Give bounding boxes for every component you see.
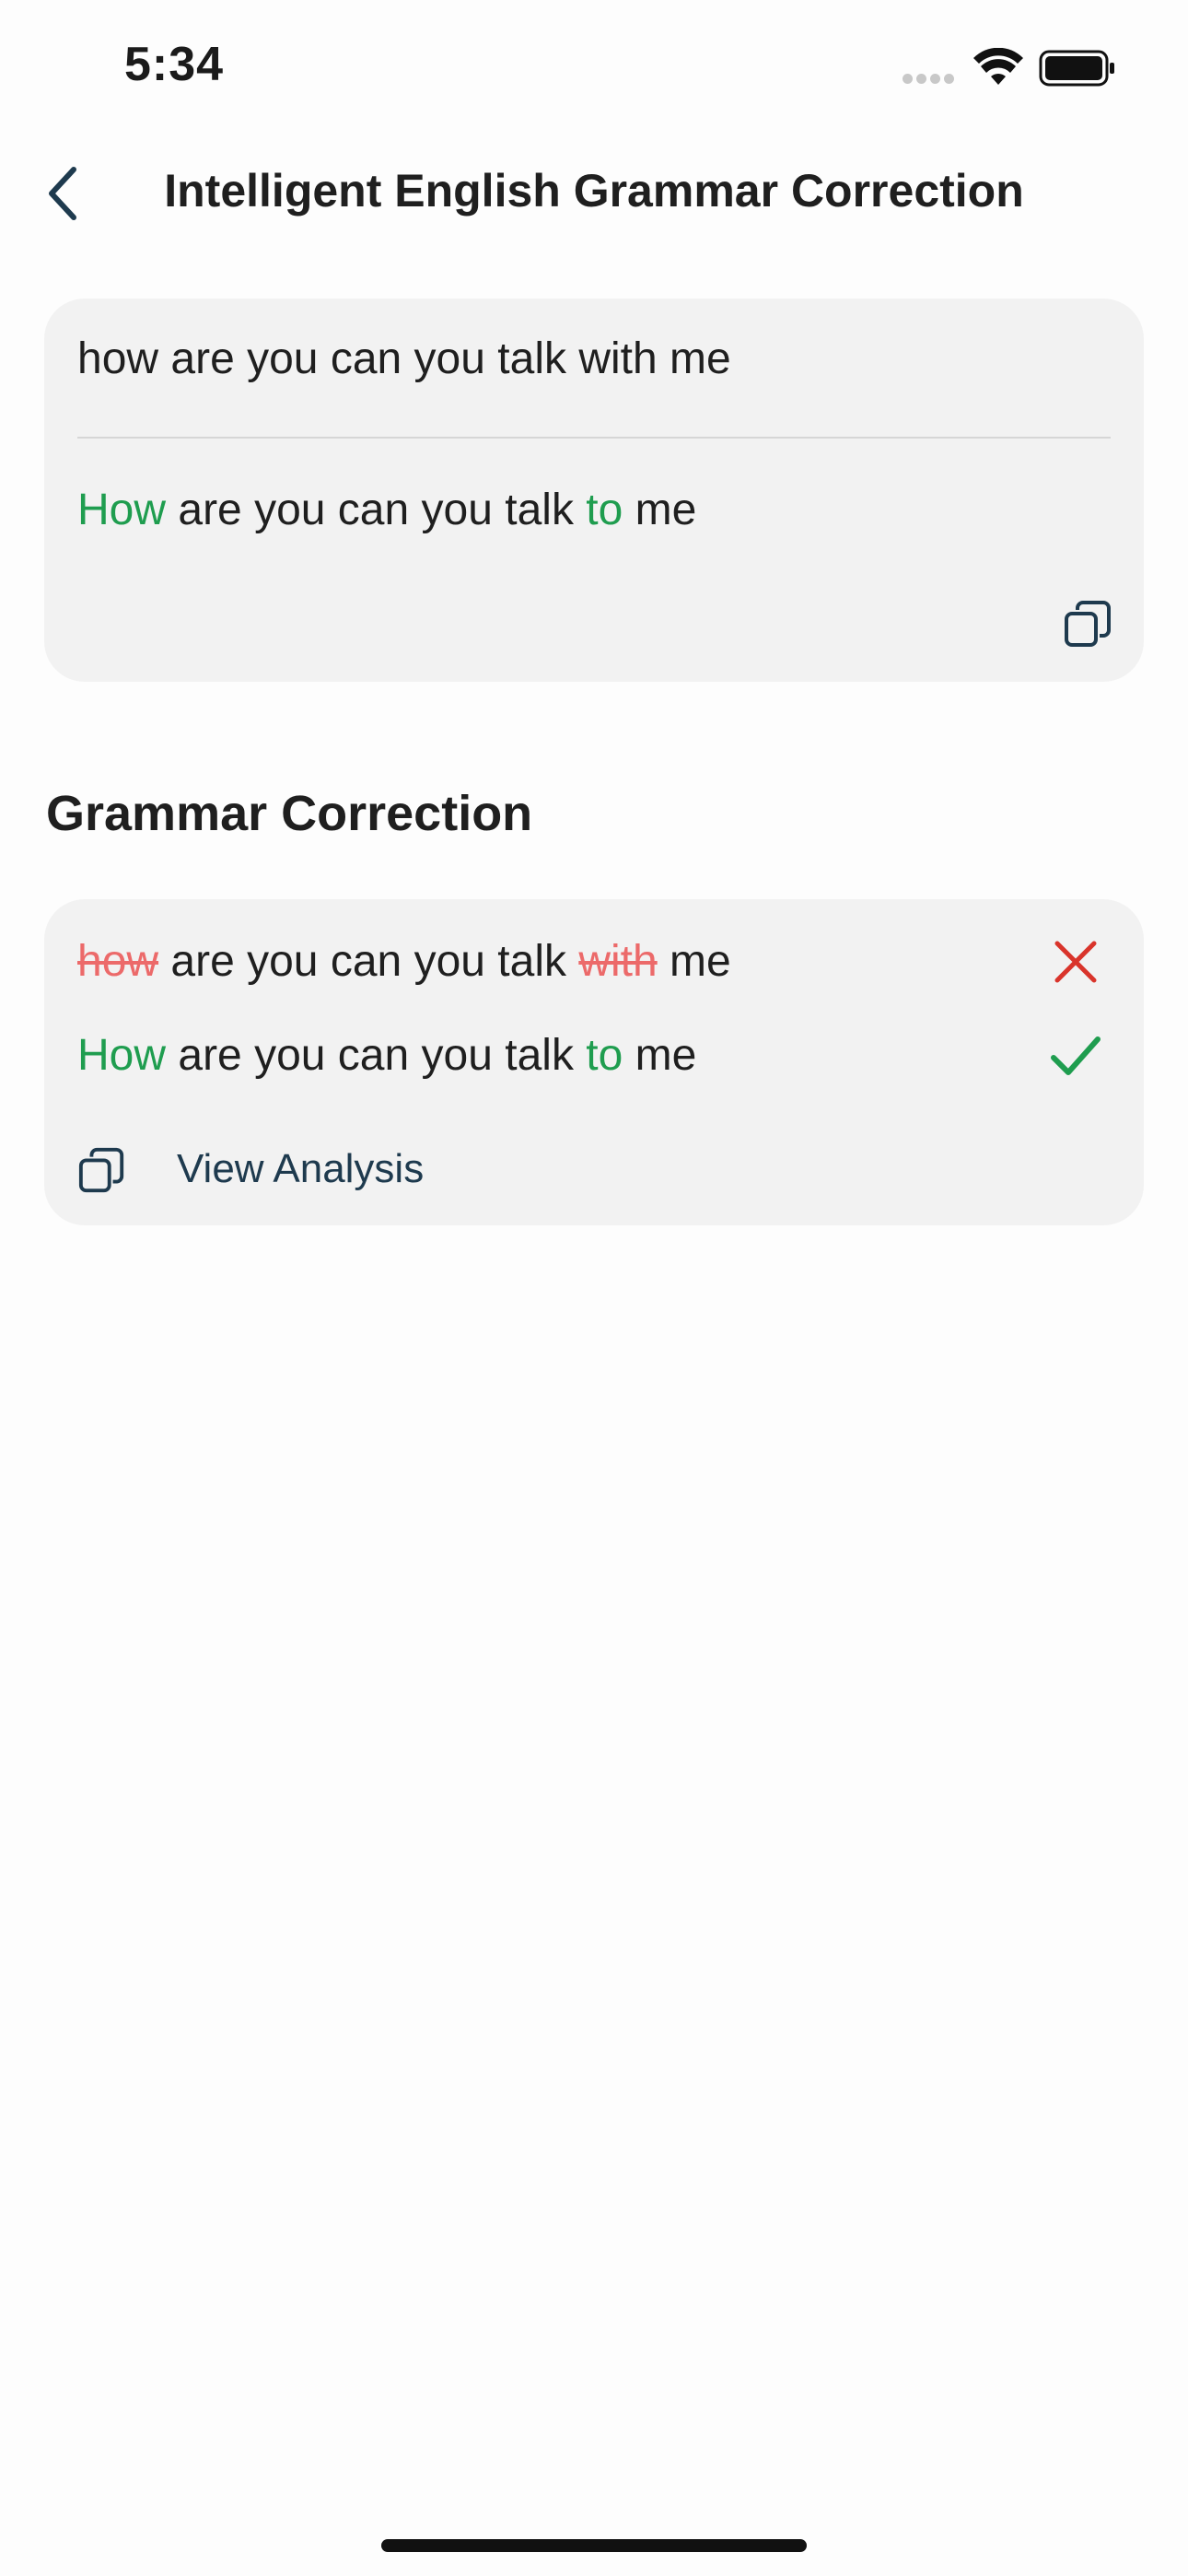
- text-segment: me: [657, 937, 731, 986]
- correction-card: how are you can you talk with me How are…: [44, 899, 1144, 1225]
- copy-button[interactable]: [77, 1146, 127, 1196]
- removed-word: how: [77, 937, 159, 986]
- view-analysis-button[interactable]: View Analysis: [177, 1146, 424, 1192]
- text-segment: are you can you talk: [166, 1031, 587, 1080]
- text-segment: are you can you talk: [166, 486, 587, 534]
- source-text: how are you can you talk with me: [77, 334, 731, 383]
- status-time: 5:34: [124, 38, 225, 91]
- home-indicator: [381, 2539, 807, 2552]
- corrected-word: How: [77, 1031, 167, 1080]
- section-title: Grammar Correction: [46, 786, 533, 841]
- text-segment: are you can you talk: [158, 937, 579, 986]
- corrected-word: to: [586, 1031, 623, 1080]
- original-sentence: how are you can you talk with me: [77, 936, 731, 987]
- copy-icon: [78, 1147, 124, 1193]
- nav-bar: Intelligent English Grammar Correction: [0, 138, 1188, 249]
- text-segment: me: [623, 1031, 697, 1080]
- cellular-signal-icon: [903, 72, 960, 85]
- corrected-text: How are you can you talk to me: [77, 485, 696, 535]
- check-icon: [1051, 1036, 1101, 1075]
- divider: [77, 437, 1111, 439]
- page-title: Intelligent English Grammar Correction: [164, 165, 1024, 217]
- status-bar: 5:34: [0, 0, 1188, 138]
- wifi-icon: [973, 48, 1023, 85]
- removed-word: with: [578, 937, 658, 986]
- x-icon: [1054, 941, 1097, 983]
- corrected-word: How: [77, 486, 167, 534]
- result-card: how are you can you talk with me How are…: [44, 299, 1144, 682]
- copy-button[interactable]: [1063, 599, 1114, 650]
- corrected-word: to: [586, 486, 623, 534]
- corrected-sentence: How are you can you talk to me: [77, 1030, 696, 1081]
- text-segment: me: [623, 486, 697, 534]
- battery-icon: [1039, 50, 1114, 87]
- copy-icon: [1065, 601, 1111, 647]
